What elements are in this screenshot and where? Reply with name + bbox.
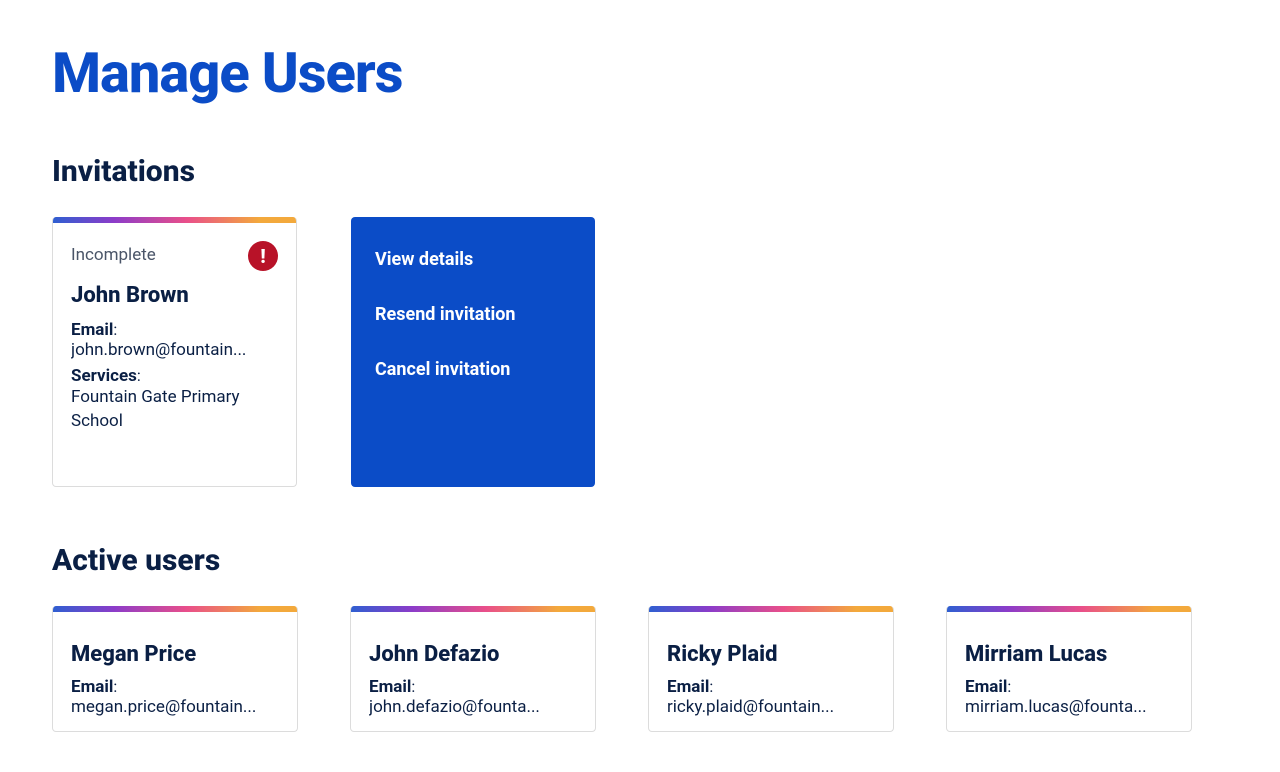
invitation-user-name: John Brown bbox=[71, 283, 278, 308]
active-user-name: Megan Price bbox=[71, 642, 279, 667]
active-user-card[interactable]: Ricky Plaid Email: ricky.plaid@fountain.… bbox=[648, 606, 894, 732]
view-details-button[interactable]: View details bbox=[375, 239, 571, 280]
services-value: Fountain Gate Primary School bbox=[71, 386, 278, 434]
active-user-card[interactable]: Mirriam Lucas Email: mirriam.lucas@fount… bbox=[946, 606, 1192, 732]
invitation-status: Incomplete bbox=[71, 241, 156, 265]
alert-icon: ! bbox=[248, 241, 278, 271]
active-user-card[interactable]: John Defazio Email: john.defazio@founta.… bbox=[350, 606, 596, 732]
email-label: Email bbox=[369, 677, 411, 697]
email-label: Email bbox=[71, 677, 113, 697]
invitation-actions-panel: View details Resend invitation Cancel in… bbox=[351, 217, 595, 487]
resend-invitation-button[interactable]: Resend invitation bbox=[375, 294, 571, 335]
email-label: Email bbox=[667, 677, 709, 697]
email-value: mirriam.lucas@founta... bbox=[965, 697, 1173, 717]
active-users-heading: Active users bbox=[52, 543, 1228, 578]
active-user-name: John Defazio bbox=[369, 642, 577, 667]
email-value: ricky.plaid@fountain... bbox=[667, 697, 875, 717]
email-label: Email bbox=[965, 677, 1007, 697]
services-label: Services bbox=[71, 366, 137, 386]
cancel-invitation-button[interactable]: Cancel invitation bbox=[375, 349, 571, 390]
email-value: john.brown@fountain... bbox=[71, 340, 278, 360]
active-user-name: Mirriam Lucas bbox=[965, 642, 1173, 667]
active-user-card[interactable]: Megan Price Email: megan.price@fountain.… bbox=[52, 606, 298, 732]
invitations-row: Incomplete ! John Brown Email: john.brow… bbox=[52, 217, 1228, 487]
email-label: Email bbox=[71, 320, 113, 340]
active-user-name: Ricky Plaid bbox=[667, 642, 875, 667]
email-value: megan.price@fountain... bbox=[71, 697, 279, 717]
page-title: Manage Users bbox=[52, 40, 1228, 106]
active-users-row: Megan Price Email: megan.price@fountain.… bbox=[52, 606, 1228, 732]
email-value: john.defazio@founta... bbox=[369, 697, 577, 717]
invitation-card[interactable]: Incomplete ! John Brown Email: john.brow… bbox=[52, 217, 297, 487]
invitations-heading: Invitations bbox=[52, 154, 1228, 189]
